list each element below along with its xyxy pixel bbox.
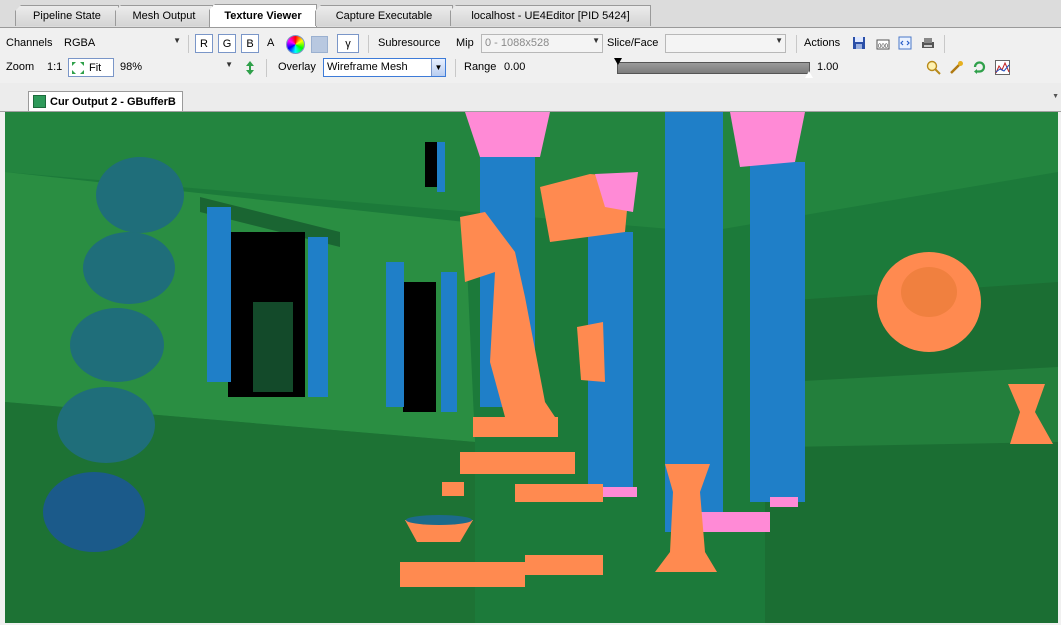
goto-location-icon[interactable]: 000 [876, 36, 890, 50]
tab-capture-executable[interactable]: Capture Executable [315, 5, 453, 26]
range-slider[interactable] [614, 58, 813, 78]
subresource-label: Subresource [378, 37, 441, 49]
color-wheel-icon[interactable] [286, 35, 305, 54]
tab-label: localhost - UE4Editor [PID 5424] [471, 10, 630, 22]
texture-tab-bar: Cur Output 2 - GBufferB ▼ [0, 83, 1061, 112]
channels-value: RGBA [64, 37, 96, 49]
main-tab-bar: Pipeline State Mesh Output Texture Viewe… [0, 0, 1061, 28]
save-icon[interactable] [852, 36, 866, 50]
range-black-handle[interactable] [614, 58, 622, 65]
channel-a-toggle[interactable]: A [267, 37, 274, 49]
view-texture-as-buffer-icon[interactable] [898, 36, 912, 50]
chevron-down-icon: ▼ [173, 36, 181, 45]
tab-label: Capture Executable [335, 10, 433, 22]
tab-label: Cur Output 2 - GBufferB [50, 95, 176, 108]
tab-label: Mesh Output [132, 10, 196, 22]
gbuffer-texture-image [5, 112, 1058, 623]
overlay-value: Wireframe Mesh [327, 61, 408, 73]
range-max-field[interactable]: 1.00 [813, 58, 923, 77]
channel-g-label: G [222, 37, 232, 50]
toolbar-separator [944, 35, 945, 53]
checkerboard-icon[interactable] [311, 36, 328, 53]
histogram-icon[interactable] [995, 60, 1010, 75]
channels-toolbar: Channels RGBA ▼ R G B A γ Subresource Mi… [0, 32, 1061, 56]
slice-face-label: Slice/Face [607, 37, 659, 49]
range-white-handle[interactable] [805, 71, 813, 78]
overlay-label: Overlay [278, 61, 316, 73]
channels-label: Channels [6, 37, 53, 49]
tab-localhost[interactable]: localhost - UE4Editor [PID 5424] [450, 5, 651, 26]
mip-label: Mip [456, 37, 474, 49]
fit-label: Fit [89, 61, 102, 74]
flip-vertical-icon[interactable] [244, 60, 256, 76]
zoom-magnifier-icon[interactable] [926, 60, 941, 75]
gamma-label: γ [345, 37, 351, 50]
channel-b-label: B [246, 37, 254, 50]
zoom-label: Zoom [6, 61, 35, 73]
channel-r-toggle[interactable]: R [195, 34, 213, 53]
tab-menu-arrow-icon[interactable]: ▼ [1052, 93, 1059, 100]
range-min-field[interactable]: 0.00 [500, 58, 610, 77]
range-label: Range [464, 61, 497, 73]
chevron-down-icon: ▼ [431, 59, 445, 76]
fit-arrows-icon [71, 61, 85, 75]
fit-button[interactable]: Fit [68, 58, 114, 77]
tab-label: Pipeline State [33, 10, 101, 22]
toolbar-separator [455, 59, 456, 77]
zoom-toolbar: Zoom 1:1 Fit 98% ▼ Overlay Wireframe Mes… [0, 56, 1061, 80]
toolbar-separator [368, 35, 369, 53]
open-texture-list-icon[interactable] [921, 36, 935, 50]
toolbar-separator [188, 35, 189, 53]
zoom-1to1-button[interactable]: 1:1 [47, 61, 62, 73]
range-min-value: 0.00 [504, 61, 526, 73]
svg-text:000: 000 [878, 44, 889, 50]
gamma-toggle[interactable]: γ [337, 34, 359, 53]
tab-pipeline-state[interactable]: Pipeline State [15, 5, 119, 26]
actions-label: Actions [804, 37, 841, 49]
zoom-value: 98% [120, 61, 143, 73]
chevron-down-icon: ▼ [592, 36, 600, 45]
tab-label: Texture Viewer [224, 10, 302, 22]
channel-r-label: R [200, 37, 208, 50]
mip-value: 0 - 1088x528 [485, 37, 550, 49]
channel-b-toggle[interactable]: B [241, 34, 259, 53]
tab-cur-output[interactable]: Cur Output 2 - GBufferB [28, 91, 183, 111]
chevron-down-icon: ▼ [775, 36, 783, 45]
texture-viewport[interactable] [5, 112, 1058, 623]
chevron-down-icon: ▼ [225, 60, 233, 69]
tab-mesh-output[interactable]: Mesh Output [115, 5, 213, 26]
mip-select[interactable]: 0 - 1088x528 ▼ [481, 34, 603, 53]
channels-select[interactable]: RGBA ▼ [60, 34, 184, 53]
reset-range-icon[interactable] [972, 60, 987, 75]
slice-face-select[interactable]: ▼ [665, 34, 786, 53]
range-max-value: 1.00 [817, 61, 839, 73]
toolbar-separator [796, 35, 797, 53]
toolbar-separator [266, 59, 267, 77]
overlay-select[interactable]: Wireframe Mesh ▼ [323, 58, 446, 77]
texture-icon [33, 95, 46, 108]
auto-fit-wand-icon[interactable] [949, 60, 964, 75]
zoom-select[interactable]: 98% ▼ [116, 58, 236, 77]
channel-g-toggle[interactable]: G [218, 34, 236, 53]
tab-texture-viewer[interactable]: Texture Viewer [209, 4, 317, 27]
